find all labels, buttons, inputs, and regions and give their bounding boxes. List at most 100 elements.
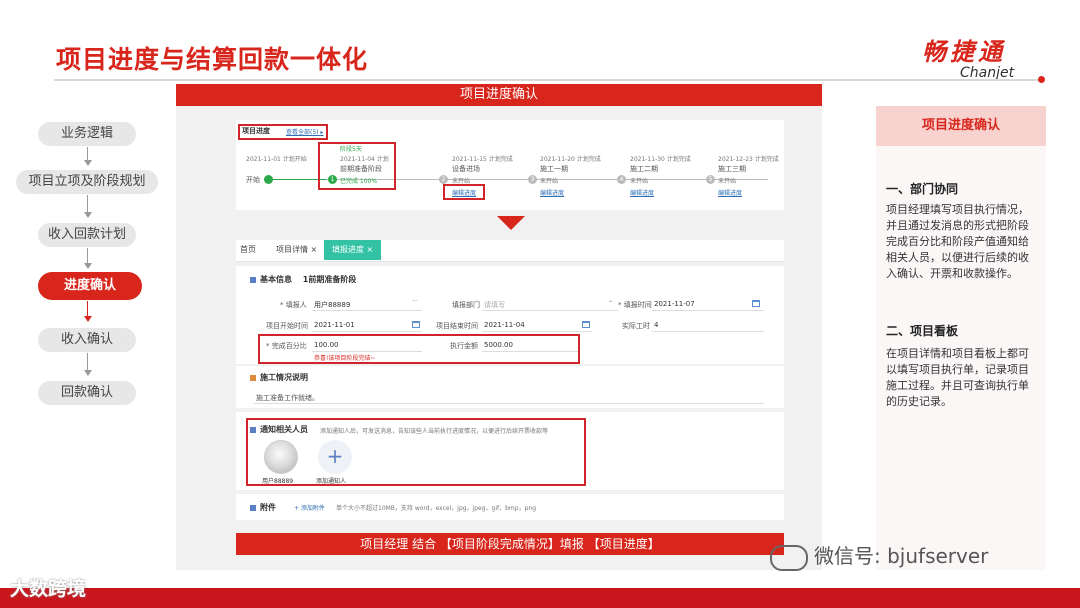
stage-status: 未开始 <box>540 178 559 185</box>
basic-info-title: 基本信息 <box>260 275 292 284</box>
side-section2-text: 在项目详情和项目看板上都可以填写项目执行单，记录项目施工过程。并且可查询执行单的… <box>886 347 1029 408</box>
attachment-hint: 单个大小不超过10MB，支持 word，excel，jpg，jpeg，gif，b… <box>336 505 537 512</box>
end-time-field[interactable]: 2021-11-04 <box>484 321 525 329</box>
stage-node: 4 <box>617 175 626 184</box>
flow-arrow <box>84 212 92 218</box>
highlight-stage-one <box>318 142 396 190</box>
flow-step-payment: 回款确认 <box>38 381 136 405</box>
wechat-id-text: 微信号: bjufserver <box>814 544 989 568</box>
attachment-heading: 附件 <box>250 502 276 513</box>
edit-progress-link[interactable]: 编辑进度 <box>718 188 742 197</box>
wechat-watermark: 微信号: bjufserver <box>770 540 988 571</box>
stage-name: 施工三期 <box>718 165 746 173</box>
stage-node: 3 <box>528 175 537 184</box>
field-underline <box>312 331 422 332</box>
calendar-icon[interactable] <box>752 300 760 307</box>
more-icon[interactable]: ··· <box>412 298 418 305</box>
down-arrow-icon <box>497 216 525 230</box>
attachment-card: 附件 + 添加附件 单个大小不超过10MB，支持 word，excel，jpg，… <box>236 494 784 520</box>
start-time-field[interactable]: 2021-11-01 <box>314 321 355 329</box>
construction-field[interactable]: 施工准备工作就绪。 <box>256 393 319 403</box>
flow-step-progress-active: 进度确认 <box>38 272 142 300</box>
start-label: 开始 <box>246 176 260 184</box>
edit-progress-link[interactable]: 编辑进度 <box>540 188 564 197</box>
calendar-icon[interactable] <box>582 321 590 328</box>
basic-info-stage: 1前期准备阶段 <box>302 275 357 284</box>
field-underline <box>482 310 618 311</box>
dept-label: 填报部门 <box>452 301 480 309</box>
info-icon <box>250 276 256 283</box>
slide-title: 项目进度与结算回款一体化 <box>56 45 369 74</box>
report-time-field[interactable]: 2021-11-07 <box>654 300 695 308</box>
tab-report-progress[interactable]: 填报进度 × <box>324 240 382 260</box>
stage-status: 未开始 <box>718 178 737 185</box>
flow-step-setup: 项目立项及阶段规划 <box>16 170 158 194</box>
caption-bar: 项目经理 结合 【项目阶段完成情况】填报 【项目进度】 <box>236 533 784 555</box>
stage-node: 2 <box>439 175 448 184</box>
construction-heading: 施工情况说明 <box>250 372 308 383</box>
highlight-progress-tab <box>238 124 328 140</box>
start-time-label: 项目开始时间 <box>266 322 308 330</box>
flow-connector <box>87 353 88 371</box>
field-underline <box>254 403 764 404</box>
field-underline <box>482 331 592 332</box>
attachment-title: 附件 <box>260 503 276 512</box>
stage-date: 2021-11-20 计划完成 <box>540 156 601 163</box>
flow-step-income: 收入确认 <box>38 328 136 352</box>
wechat-icon <box>770 544 808 571</box>
field-underline <box>652 310 764 311</box>
flow-arrow <box>84 370 92 376</box>
flow-arrow <box>84 160 92 166</box>
actual-days-label: 实际工时 <box>622 322 650 330</box>
footer-bar <box>0 588 1080 608</box>
flow-connector <box>87 195 88 213</box>
edit-progress-link[interactable]: 编辑进度 <box>630 188 654 197</box>
construction-icon <box>250 374 256 381</box>
flow-connector <box>87 147 88 161</box>
add-attachment-link[interactable]: + 添加附件 <box>294 503 325 512</box>
stage-name: 施工一期 <box>540 165 568 173</box>
start-node <box>264 175 273 184</box>
highlight-edit-link <box>443 184 485 200</box>
stage-node: 5 <box>706 175 715 184</box>
flow-connector <box>87 248 88 264</box>
start-date: 2021-11-01 计划开始 <box>246 156 307 163</box>
flow-arrow <box>84 316 92 322</box>
field-underline <box>312 310 422 311</box>
construction-card: 施工情况说明 施工准备工作就绪。 <box>236 366 784 408</box>
flow-step-logic: 业务逻辑 <box>38 122 136 146</box>
stage-name: 设备进场 <box>452 165 480 173</box>
stage-date: 2021-12-23 计划完成 <box>718 156 779 163</box>
calendar-icon[interactable] <box>412 321 420 328</box>
highlight-percent-amount <box>258 334 580 364</box>
construction-title: 施工情况说明 <box>260 373 308 382</box>
stage-date: 2021-11-15 计划完成 <box>452 156 513 163</box>
stage-date: 2021-11-30 计划完成 <box>630 156 691 163</box>
end-time-label: 项目结束时间 <box>436 322 478 330</box>
side-section1-text: 项目经理填写项目执行情况，并且通过发消息的形式把阶段完成百分比和阶段产值通知给相… <box>886 203 1029 280</box>
flow-connector <box>87 301 88 317</box>
stage-name: 施工二期 <box>630 165 658 173</box>
tab-project-detail[interactable]: 项目详情 × <box>276 240 317 260</box>
dept-field[interactable]: 请填写 <box>484 300 505 310</box>
reporter-field[interactable]: 用户88889 <box>314 300 350 310</box>
side-panel-header: 项目进度确认 <box>876 106 1046 146</box>
side-section1-title: 一、部门协同 <box>886 182 959 196</box>
section-banner: 项目进度确认 <box>176 84 822 106</box>
logo-cn-text: 畅捷通 <box>922 38 1006 66</box>
title-divider-dot <box>1038 76 1045 83</box>
basic-info-heading: 基本信息 1前期准备阶段 <box>250 274 356 285</box>
chevron-down-icon[interactable]: ⌄ <box>608 297 613 304</box>
flow-arrow <box>84 263 92 269</box>
highlight-notify <box>246 418 586 486</box>
flow-step-plan: 收入回款计划 <box>38 223 136 247</box>
stage-status: 未开始 <box>630 178 649 185</box>
form-tabbar: 首页 项目详情 × 填报进度 × <box>236 240 784 262</box>
attachment-icon <box>250 504 256 511</box>
corner-watermark: 大数跨境 <box>10 578 87 600</box>
chanjet-logo: 畅捷通 Chanjet <box>922 32 1032 81</box>
tab-home[interactable]: 首页 <box>240 240 256 260</box>
side-section2-title: 二、项目看板 <box>886 324 959 338</box>
actual-days-field[interactable]: 4 <box>654 321 658 329</box>
report-time-label: * 填报时间 <box>618 301 652 309</box>
